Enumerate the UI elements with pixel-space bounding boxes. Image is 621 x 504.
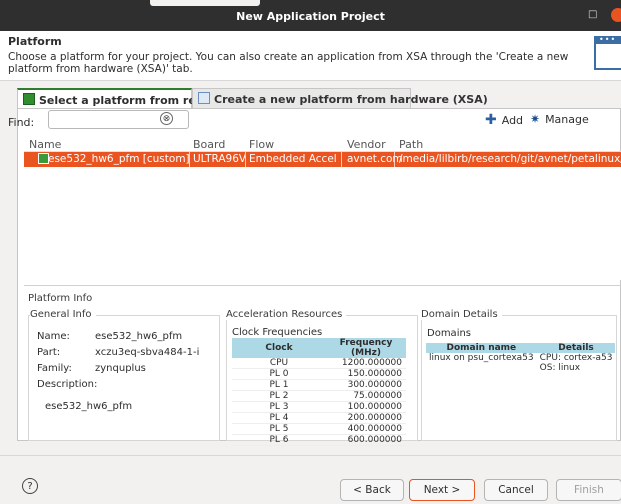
name-label: Name:	[37, 331, 70, 342]
description-label: Description:	[37, 379, 98, 390]
column-header-flow[interactable]: Flow	[249, 138, 274, 151]
page-description: Choose a platform for your project. You …	[8, 51, 569, 75]
finish-button[interactable]: Finish	[556, 479, 621, 501]
family-label: Family:	[37, 363, 72, 374]
part-label: Part:	[37, 347, 61, 358]
clock-frequency-table: Clock Frequency (MHz) CPU 1200.000000 PL …	[232, 338, 406, 446]
cell-path: /media/lilbirb/research/git/avnet/petali…	[399, 153, 621, 165]
tab-create-platform-xsa[interactable]: Create a new platform from hardware (XSA…	[192, 88, 488, 109]
back-button[interactable]: < Back	[340, 479, 404, 501]
acceleration-resources-title: Acceleration Resources	[226, 309, 347, 320]
hardware-icon	[198, 92, 210, 104]
maximize-button[interactable]: □	[588, 9, 597, 20]
next-button[interactable]: Next >	[409, 479, 475, 501]
clear-search-icon[interactable]: ⊗	[160, 112, 173, 125]
part-value: xczu3eq-sbva484-1-i	[95, 347, 200, 358]
add-platform-button[interactable]: ✚ Add	[485, 112, 523, 128]
close-button[interactable]	[611, 8, 621, 22]
find-label: Find:	[8, 116, 35, 129]
help-icon[interactable]: ?	[22, 478, 38, 494]
manage-platforms-button[interactable]: ✷ Manage	[530, 112, 589, 126]
gear-icon: ✷	[530, 112, 541, 126]
footer-divider	[0, 455, 621, 456]
name-value: ese532_hw6_pfm	[95, 331, 183, 342]
table-row: PL 2 75.000000	[232, 390, 406, 402]
domain-details-title: Domain Details	[421, 309, 502, 320]
window-titlebar: New Application Project □	[0, 0, 621, 31]
column-header-clock: Clock	[232, 338, 326, 358]
domain-details-cell: CPU: cortex-a53 OS: linux	[539, 353, 613, 373]
column-header-frequency: Frequency (MHz)	[326, 338, 406, 358]
column-header-name[interactable]: Name	[29, 138, 61, 151]
column-header-path[interactable]: Path	[399, 138, 423, 151]
table-row: PL 1 300.000000	[232, 379, 406, 391]
titlebar-decoration	[150, 0, 260, 6]
column-header-details: Details	[536, 343, 616, 353]
plus-icon: ✚	[485, 112, 497, 128]
manage-label: Manage	[545, 113, 589, 126]
page-title: Platform	[8, 35, 62, 48]
general-info-title: General Info	[30, 309, 96, 320]
wizard-banner-icon: •••	[594, 35, 621, 70]
cell-flow: Embedded Accel	[249, 153, 337, 165]
cancel-button[interactable]: Cancel	[484, 479, 548, 501]
table-row: PL 6 600.000000	[232, 434, 406, 446]
table-row: PL 0 150.000000	[232, 368, 406, 380]
clock-frequencies-title: Clock Frequencies	[232, 327, 323, 338]
domains-title: Domains	[427, 328, 472, 339]
cell-board: ULTRA96V2	[193, 153, 245, 165]
add-label: Add	[501, 114, 524, 127]
table-row[interactable]: ese532_hw6_pfm [custom] ULTRA96V2 Embedd…	[24, 152, 621, 167]
platform-table-body	[24, 167, 621, 280]
platform-table-header: Name Board Flow Vendor Path	[24, 136, 621, 152]
table-row: PL 3 100.000000	[232, 401, 406, 413]
family-value: zynquplus	[95, 363, 146, 374]
tab-label: Create a new platform from hardware (XSA…	[214, 93, 488, 106]
tab-select-platform-repository[interactable]: Select a platform from repository	[17, 88, 247, 109]
domain-table: Domain name Details linux on psu_cortexa…	[426, 343, 616, 373]
table-row: linux on psu_cortexa53 CPU: cortex-a53 O…	[426, 353, 615, 373]
description-value: ese532_hw6_pfm	[45, 401, 133, 412]
window-title: New Application Project	[236, 10, 385, 23]
platform-repo-icon	[23, 93, 35, 105]
platform-info-title: Platform Info	[28, 293, 97, 304]
table-row: PL 4 200.000000	[232, 412, 406, 424]
table-row: PL 5 400.000000	[232, 423, 406, 435]
wizard-header: Platform Choose a platform for your proj…	[0, 31, 621, 81]
table-row: CPU 1200.000000	[232, 358, 406, 369]
column-header-board[interactable]: Board	[193, 138, 225, 151]
column-header-vendor[interactable]: Vendor	[347, 138, 386, 151]
cell-name: ese532_hw6_pfm [custom]	[48, 153, 190, 165]
column-header-domain-name: Domain name	[426, 343, 537, 353]
domain-name-cell: linux on psu_cortexa53	[429, 353, 534, 363]
